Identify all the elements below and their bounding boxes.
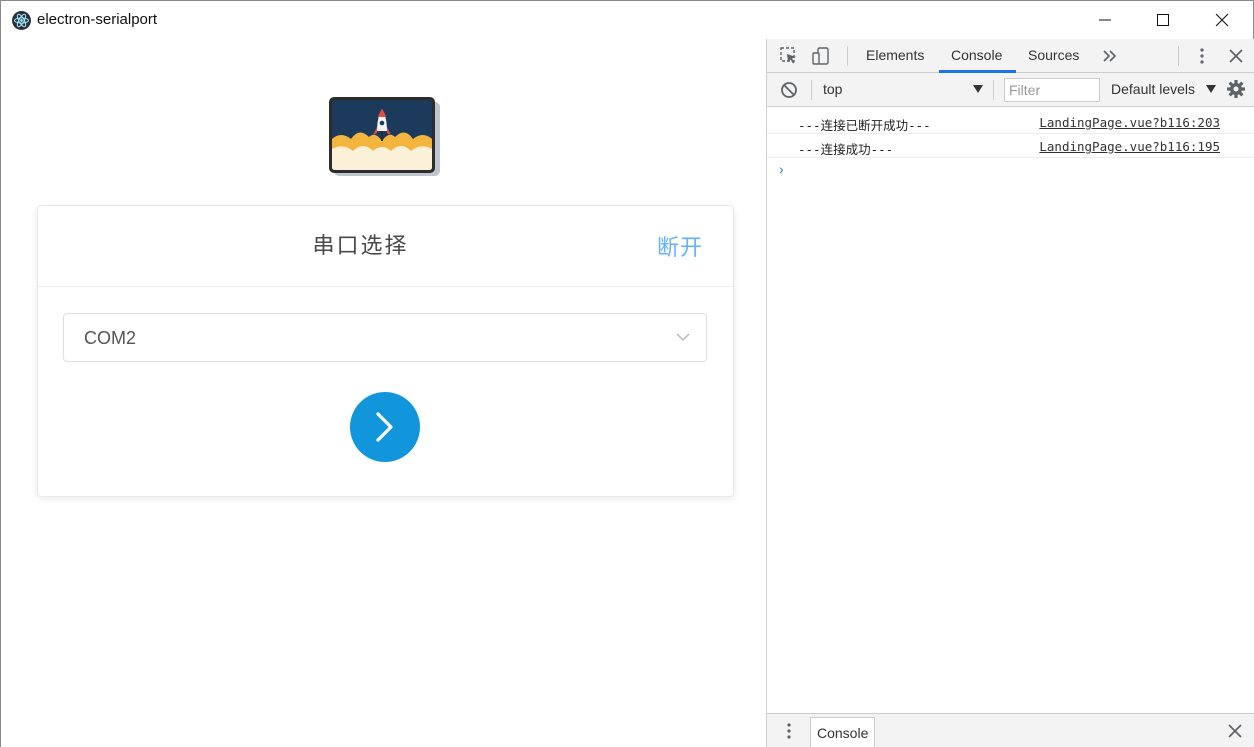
log-message: ---连接成功--- — [798, 142, 894, 157]
minimize-icon — [1099, 19, 1111, 21]
log-source-link[interactable]: LandingPage.vue?b116:195 — [1039, 139, 1220, 154]
toolbar-divider — [847, 46, 848, 66]
rocket-launch-logo — [329, 97, 440, 176]
tab-elements[interactable]: Elements — [866, 47, 924, 63]
card-title: 串口选择 — [312, 233, 409, 258]
minimize-button[interactable] — [1077, 1, 1135, 39]
tab-console[interactable]: Console — [951, 47, 1002, 63]
filter-placeholder: Filter — [1009, 82, 1041, 98]
log-message: ---连接已断开成功--- — [798, 118, 931, 133]
console-message: ---连接已断开成功--- LandingPage.vue?b116:203 — [767, 110, 1254, 134]
drawer-menu-icon[interactable] — [779, 722, 799, 740]
kebab-menu-icon[interactable] — [1192, 46, 1212, 66]
dropdown-arrow-icon — [973, 85, 983, 93]
devtools-tab-bar: Elements Console Sources — [767, 39, 1254, 73]
close-window-button[interactable] — [1194, 1, 1252, 39]
device-toolbar-icon[interactable] — [811, 46, 831, 66]
close-devtools-icon[interactable] — [1226, 46, 1246, 66]
console-toolbar: top Filter Default levels — [767, 73, 1254, 107]
connect-button[interactable] — [350, 392, 420, 462]
inspect-element-icon[interactable] — [779, 46, 799, 66]
port-selection-card: 串口选择 断开 COM2 — [37, 205, 734, 497]
title-bar: electron-serialport — [1, 1, 1253, 39]
log-levels-dropdown[interactable]: Default levels — [1111, 81, 1195, 97]
card-header: 串口选择 断开 — [38, 206, 733, 287]
drawer-tab-console[interactable]: Console — [810, 717, 875, 747]
close-drawer-icon[interactable] — [1226, 722, 1244, 740]
devtools-drawer: Console — [767, 713, 1254, 747]
console-prompt[interactable]: › — [779, 161, 784, 177]
drawer-tab-label: Console — [817, 725, 869, 741]
context-selector[interactable]: top — [823, 81, 842, 97]
chevron-down-icon — [676, 333, 690, 341]
maximize-icon — [1157, 14, 1169, 26]
more-tabs-icon[interactable] — [1100, 46, 1120, 66]
maximize-button[interactable] — [1135, 1, 1193, 39]
dropdown-arrow-icon — [1206, 85, 1216, 93]
window-title: electron-serialport — [37, 11, 158, 28]
console-message: ---连接成功--- LandingPage.vue?b116:195 — [767, 134, 1254, 158]
chevron-right-icon — [376, 412, 393, 442]
tab-sources[interactable]: Sources — [1028, 47, 1079, 63]
toolbar-divider — [1178, 46, 1179, 66]
electron-atom-icon — [12, 11, 31, 30]
clear-console-icon[interactable] — [780, 81, 798, 99]
app-window: electron-serialport 串口选择 断开 COM2 Element… — [0, 0, 1254, 747]
toolbar-divider — [811, 80, 812, 100]
app-content: 串口选择 断开 COM2 — [1, 39, 766, 747]
disconnect-button[interactable]: 断开 — [657, 230, 703, 262]
toolbar-divider — [993, 80, 994, 100]
devtools-panel: Elements Console Sources top Filter Defa… — [766, 39, 1254, 747]
serial-port-select[interactable]: COM2 — [63, 313, 707, 362]
select-value: COM2 — [84, 328, 137, 348]
gear-icon[interactable] — [1226, 79, 1246, 99]
log-source-link[interactable]: LandingPage.vue?b116:203 — [1039, 115, 1220, 130]
close-icon — [1215, 13, 1229, 27]
filter-input[interactable]: Filter — [1004, 78, 1100, 102]
